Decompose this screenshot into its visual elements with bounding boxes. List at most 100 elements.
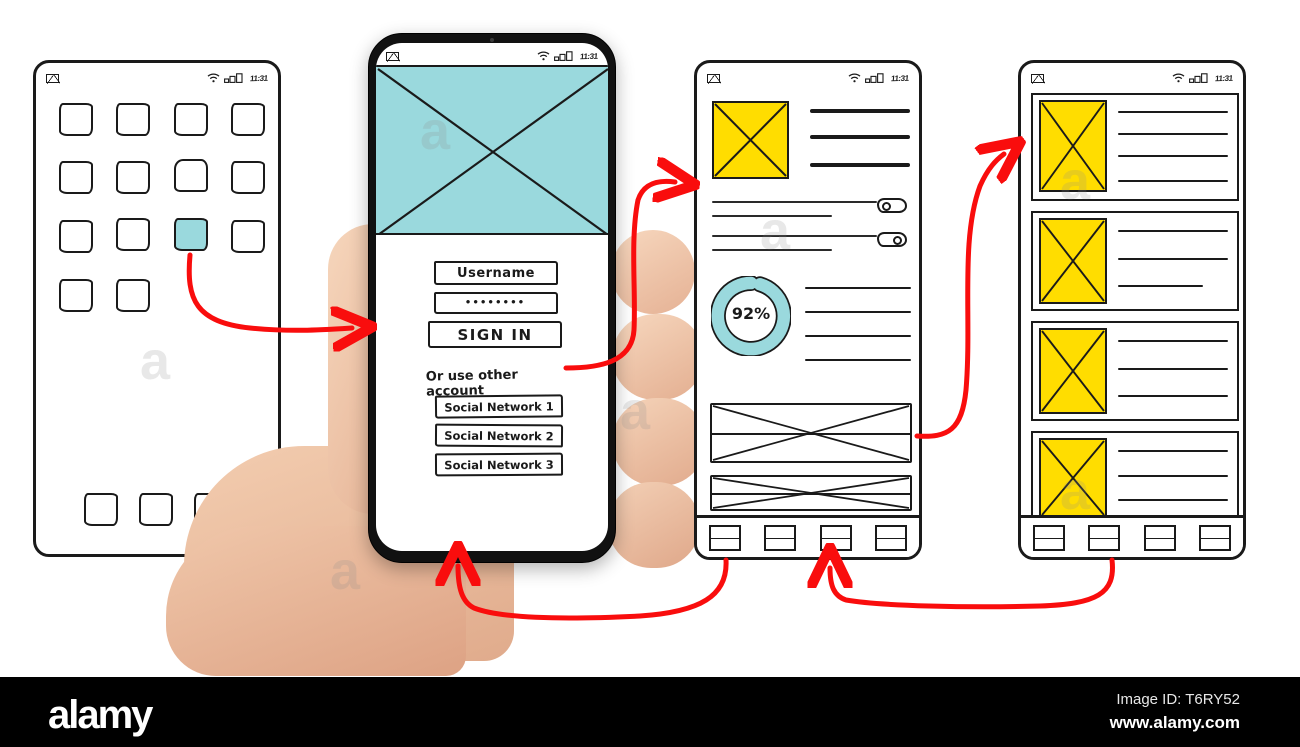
tab-item-icon[interactable] <box>1088 524 1121 551</box>
headline-line <box>810 163 910 167</box>
sign-in-button[interactable]: SIGN IN <box>428 321 562 348</box>
app-icon[interactable] <box>231 103 265 136</box>
list-item-text-line <box>1118 450 1228 452</box>
setting-label-line <box>712 249 832 251</box>
list-item-text-line <box>1118 475 1228 477</box>
list-item-text-line <box>1118 180 1228 182</box>
wifi-icon <box>538 51 550 61</box>
banner-placeholder[interactable] <box>710 475 912 511</box>
body-line <box>805 335 911 338</box>
tab-item-icon[interactable] <box>875 524 908 551</box>
app-icon[interactable] <box>116 161 150 194</box>
signal-icon <box>554 51 574 61</box>
tab-item-icon[interactable] <box>1032 524 1065 551</box>
list-item[interactable] <box>1031 93 1239 201</box>
password-field[interactable]: •••••••• <box>434 292 558 314</box>
status-bar: 11:31 <box>1021 67 1243 89</box>
list-item-text-line <box>1118 258 1228 260</box>
app-icon[interactable] <box>59 220 93 253</box>
wifi-icon <box>208 73 220 83</box>
envelope-icon <box>46 73 60 84</box>
setting-label-line <box>712 235 877 237</box>
login-screen[interactable]: 11:31 Username •••••••• SIGN IN Or use o… <box>376 43 608 551</box>
front-camera-icon <box>490 38 494 42</box>
status-bar: 11:31 <box>36 67 278 89</box>
status-time: 11:31 <box>1214 73 1234 83</box>
status-time: 11:31 <box>249 73 269 83</box>
list-item-text-line <box>1118 499 1228 501</box>
headline-line <box>810 135 910 139</box>
storyboard-scene: 11:31 11:31 Username •••••••• SIGN IN Or… <box>0 0 1300 747</box>
social-network-1-button[interactable]: Social Network 1 <box>434 394 564 419</box>
list-item[interactable] <box>1031 211 1239 311</box>
wifi-icon <box>849 73 861 83</box>
list-item-text-line <box>1118 368 1228 370</box>
toggle-switch-off[interactable] <box>877 232 907 247</box>
progress-ring-label: 92% <box>731 304 771 323</box>
alamy-footer-bar: alamy Image ID: T6RY52 www.alamy.com <box>0 677 1300 747</box>
signal-icon <box>865 73 885 83</box>
bottom-tab-bar[interactable] <box>1021 515 1243 557</box>
wifi-icon <box>1173 73 1185 83</box>
app-icon[interactable] <box>116 279 150 312</box>
dock-icon[interactable] <box>139 493 173 526</box>
tab-item-icon[interactable] <box>708 524 741 551</box>
banner-placeholder[interactable] <box>710 403 912 463</box>
list-item-text-line <box>1118 133 1228 135</box>
tab-item-icon[interactable] <box>1199 524 1232 551</box>
list-item-thumbnail <box>1039 100 1107 192</box>
setting-label-line <box>712 215 832 217</box>
app-icon[interactable] <box>59 161 93 194</box>
signal-icon <box>1189 73 1209 83</box>
tab-item-icon[interactable] <box>1143 524 1176 551</box>
list-screen[interactable]: 11:31 <box>1018 60 1246 560</box>
alamy-url-label: www.alamy.com <box>1109 713 1240 732</box>
list-item-text-line <box>1118 285 1203 287</box>
status-time: 11:31 <box>579 51 599 61</box>
bottom-tab-bar[interactable] <box>697 515 919 557</box>
status-bar: 11:31 <box>376 45 608 67</box>
status-time: 11:31 <box>890 73 910 83</box>
arrow-list-back-to-dashboard <box>830 560 1115 610</box>
body-line <box>805 311 911 314</box>
envelope-icon <box>707 73 721 84</box>
tab-item-icon[interactable] <box>764 524 797 551</box>
toggle-switch-on[interactable] <box>877 198 907 213</box>
tab-item-icon[interactable] <box>819 524 852 551</box>
app-icon[interactable] <box>116 218 150 251</box>
list-item-text-line <box>1118 340 1228 342</box>
username-field[interactable]: Username <box>434 261 558 285</box>
alamy-logo: alamy <box>48 693 153 737</box>
headline-line <box>810 109 910 113</box>
list-item[interactable] <box>1031 431 1239 521</box>
social-network-3-button[interactable]: Social Network 3 <box>434 452 564 477</box>
app-icon[interactable] <box>59 279 93 312</box>
list-item-thumbnail <box>1039 218 1107 304</box>
setting-label-line <box>712 201 877 203</box>
phone-device[interactable]: 11:31 Username •••••••• SIGN IN Or use o… <box>368 33 616 563</box>
hero-image-placeholder <box>376 65 608 235</box>
list-item-text-line <box>1118 155 1228 157</box>
hero-thumbnail-placeholder <box>712 101 789 179</box>
app-icon[interactable] <box>174 103 208 136</box>
envelope-icon <box>386 51 400 62</box>
list-item[interactable] <box>1031 321 1239 421</box>
app-icon[interactable] <box>116 103 150 136</box>
arrow-dashboard-to-list <box>914 154 1004 439</box>
toggle-knob <box>893 236 902 245</box>
list-item-thumbnail <box>1039 328 1107 414</box>
toggle-knob <box>882 202 891 211</box>
social-network-2-button[interactable]: Social Network 2 <box>434 423 564 448</box>
image-id-label: Image ID: T6RY52 <box>1116 691 1240 708</box>
list-item-text-line <box>1118 395 1228 397</box>
signal-icon <box>224 73 244 83</box>
status-bar: 11:31 <box>697 67 919 89</box>
app-icon[interactable] <box>174 159 208 192</box>
app-icon[interactable] <box>231 161 265 194</box>
dock-icon[interactable] <box>84 493 118 526</box>
dashboard-screen[interactable]: 11:31 92% <box>694 60 922 560</box>
app-icon[interactable] <box>59 103 93 136</box>
body-line <box>805 359 911 362</box>
list-item-text-line <box>1118 111 1228 113</box>
list-item-thumbnail <box>1039 438 1107 518</box>
